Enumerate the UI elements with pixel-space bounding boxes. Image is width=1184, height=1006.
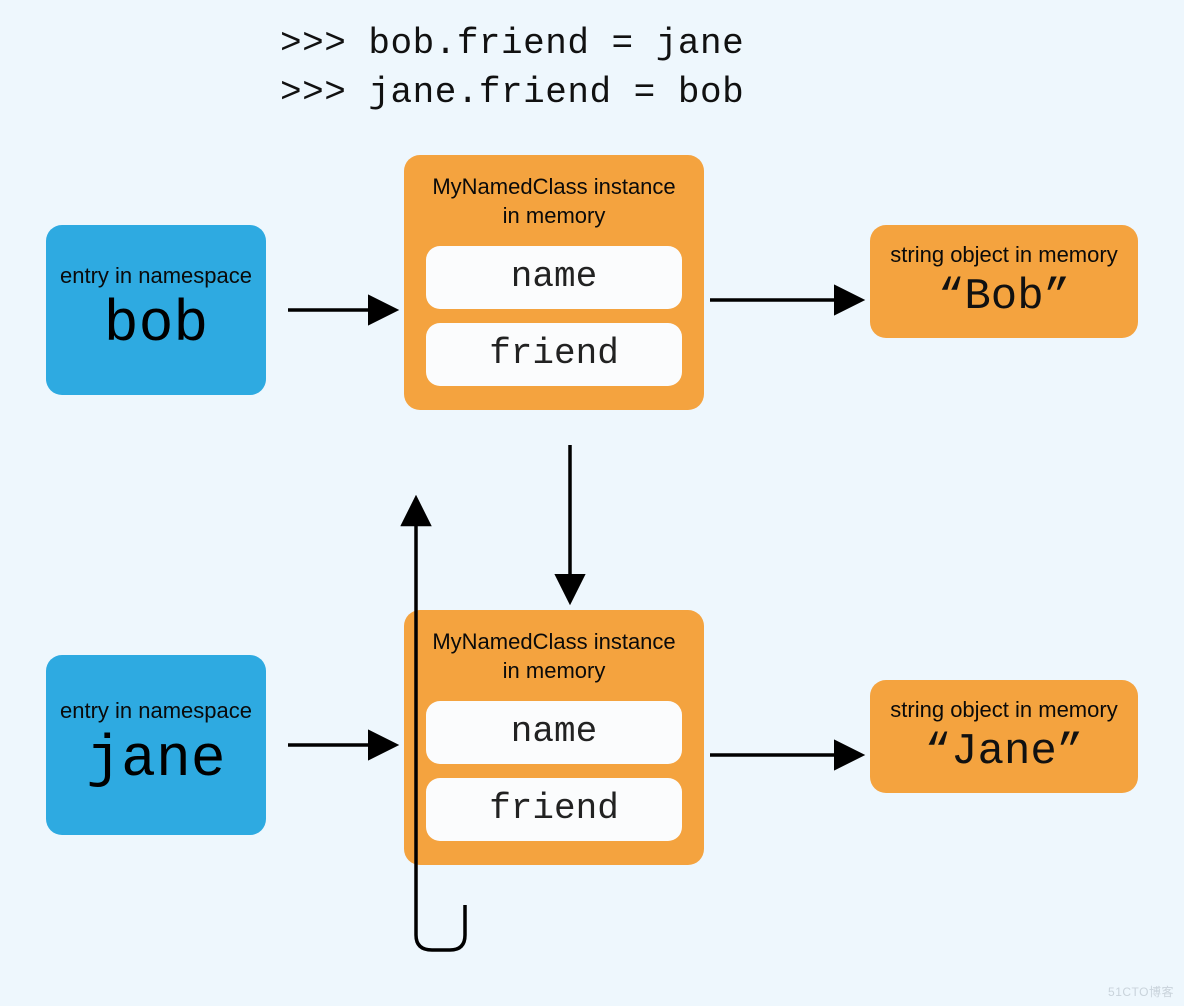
watermark: 51CTO博客 <box>1108 983 1174 1000</box>
string-label: string object in memory <box>890 696 1117 725</box>
namespace-label: entry in namespace <box>60 697 252 725</box>
instance-label: MyNamedClass instance in memory <box>426 173 682 230</box>
code-line-2: >>> jane.friend = bob <box>280 69 744 118</box>
string-box-bob: string object in memory “Bob” <box>870 225 1138 338</box>
instance-box-jane: MyNamedClass instance in memory name fri… <box>404 610 704 865</box>
string-box-jane: string object in memory “Jane” <box>870 680 1138 793</box>
instance-box-bob: MyNamedClass instance in memory name fri… <box>404 155 704 410</box>
code-line-1: >>> bob.friend = jane <box>280 20 744 69</box>
namespace-box-bob: entry in namespace bob <box>46 225 266 395</box>
attr-friend: friend <box>426 778 682 841</box>
string-value-bob: “Bob” <box>938 272 1070 322</box>
attr-name: name <box>426 701 682 764</box>
code-snippet: >>> bob.friend = jane >>> jane.friend = … <box>280 20 744 117</box>
attr-name: name <box>426 246 682 309</box>
attr-friend: friend <box>426 323 682 386</box>
namespace-box-jane: entry in namespace jane <box>46 655 266 835</box>
namespace-name-bob: bob <box>104 293 208 358</box>
namespace-label: entry in namespace <box>60 262 252 290</box>
string-value-jane: “Jane” <box>925 727 1083 777</box>
string-label: string object in memory <box>890 241 1117 270</box>
namespace-name-jane: jane <box>86 728 225 793</box>
instance-label: MyNamedClass instance in memory <box>426 628 682 685</box>
